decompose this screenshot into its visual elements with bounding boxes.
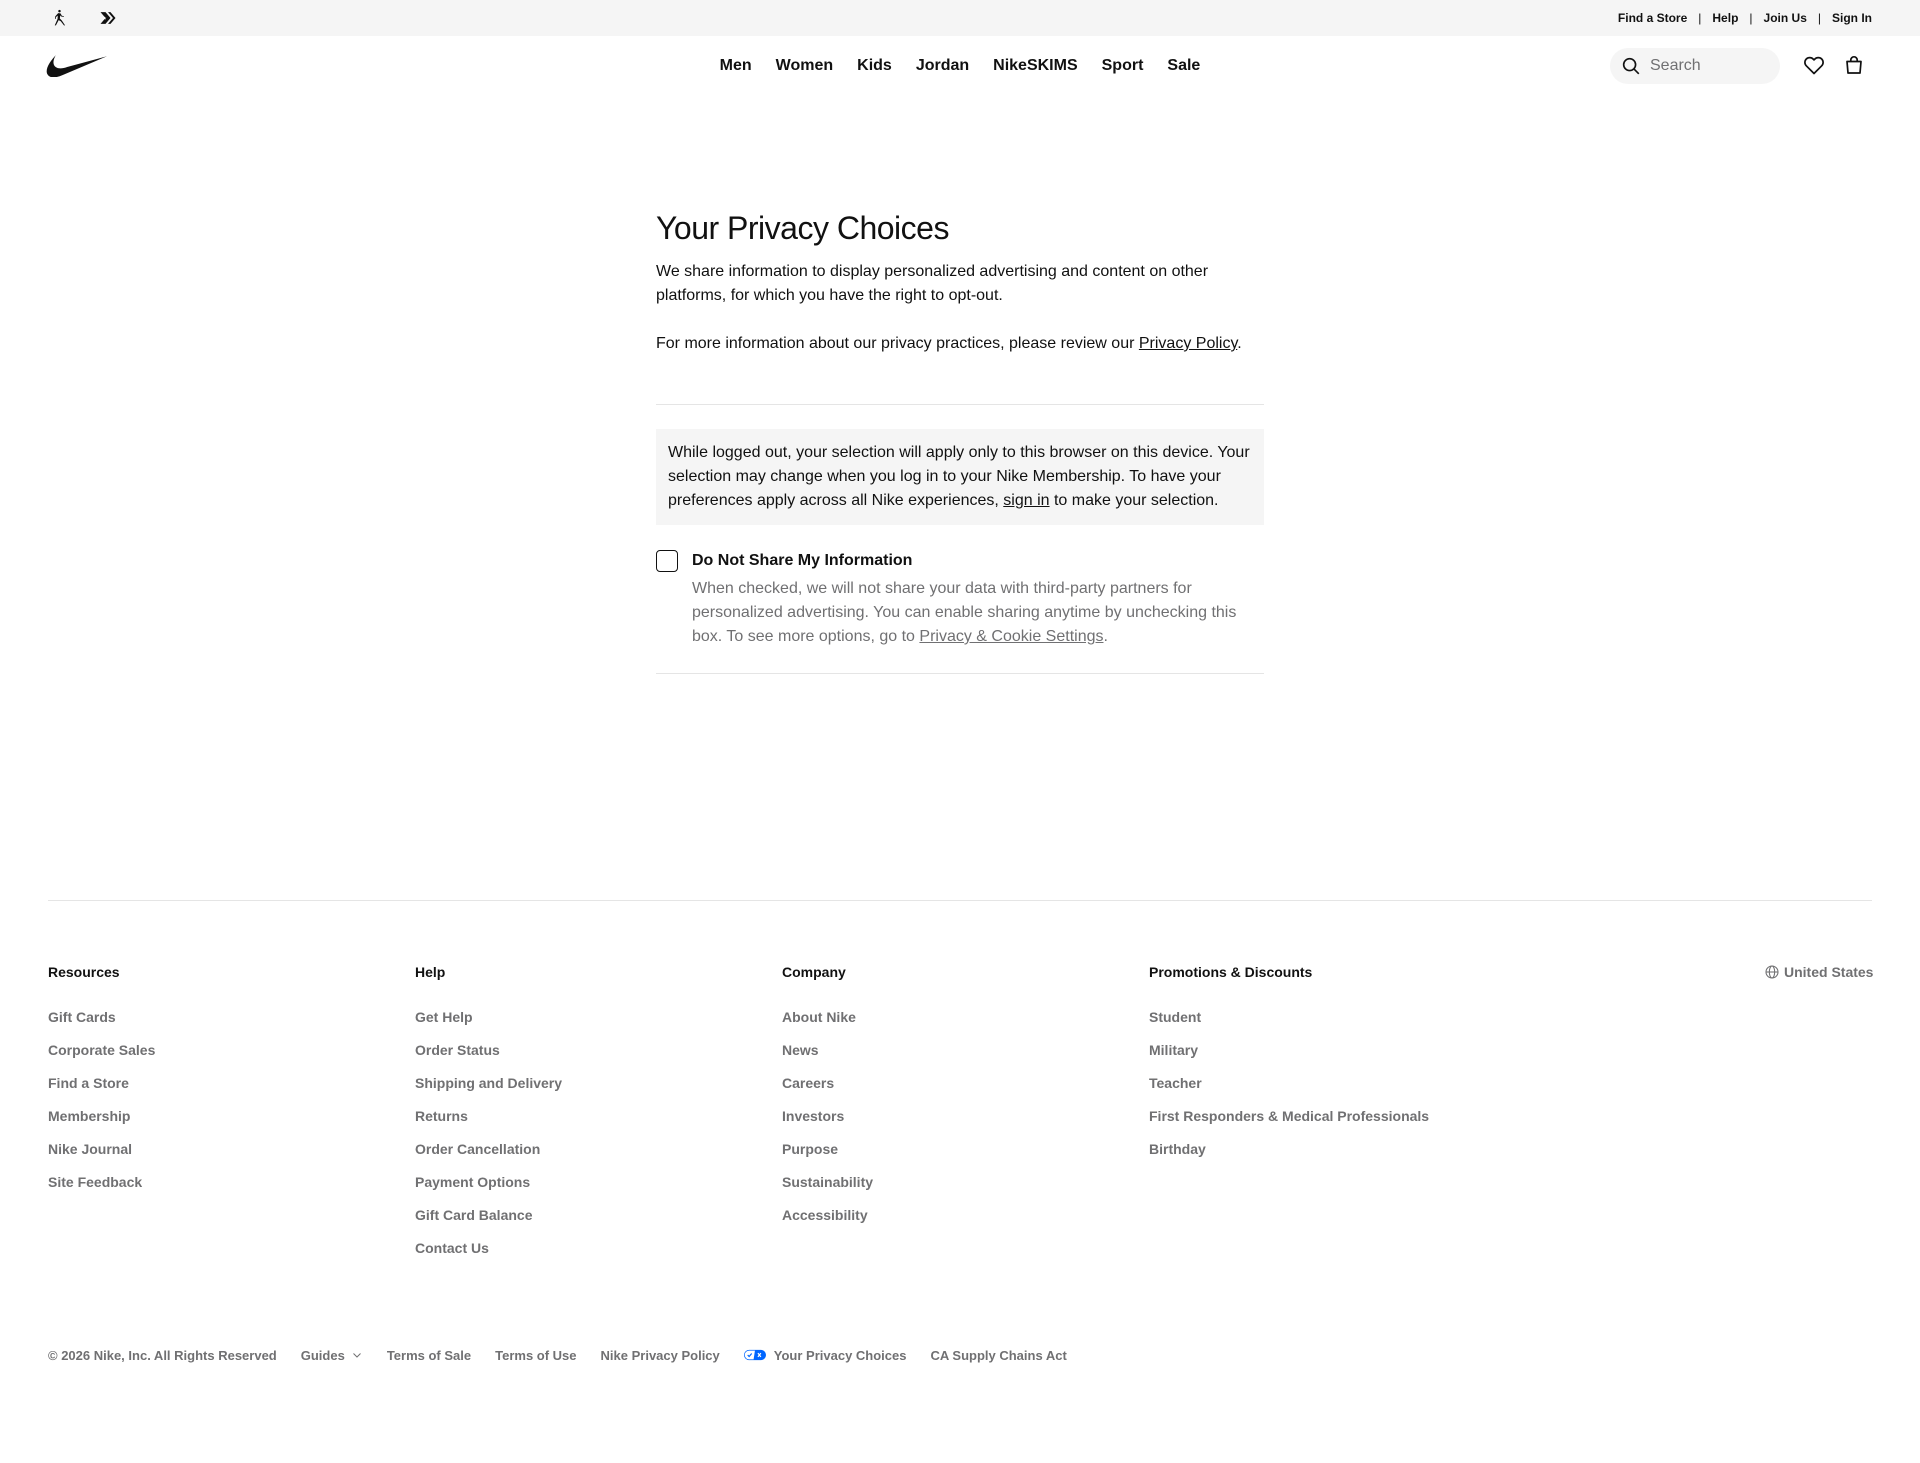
footer-heading: Company [782, 964, 846, 980]
footer-heading: Help [415, 964, 446, 980]
find-a-store-link[interactable]: Find a Store [1618, 11, 1687, 25]
page-title: Your Privacy Choices [656, 210, 949, 246]
logged-out-info-box: While logged out, your selection will ap… [656, 429, 1264, 525]
heart-icon[interactable] [1801, 52, 1827, 78]
content-divider [656, 673, 1264, 674]
guides-label: Guides [300, 1347, 345, 1363]
nav-item-sport[interactable]: Sport [1090, 57, 1156, 75]
nav-item-women[interactable]: Women [764, 57, 845, 75]
privacy-options-toggle-icon [743, 1349, 766, 1361]
footer-link-sustainability[interactable]: Sustainability [782, 1170, 873, 1194]
legal-bar: © 2026 Nike, Inc. All Rights Reserved Gu… [48, 1343, 1091, 1367]
help-link[interactable]: Help [1712, 11, 1738, 25]
footer-link-returns[interactable]: Returns [415, 1104, 562, 1128]
logged-out-info-suffix: to make your selection. [1049, 492, 1219, 509]
sign-in-link[interactable]: Sign In [1832, 11, 1872, 25]
footer-link-gift-cards[interactable]: Gift Cards [48, 1005, 155, 1029]
footer-heading: Promotions & Discounts [1149, 964, 1313, 980]
footer-link-investors[interactable]: Investors [782, 1104, 873, 1128]
footer-link-site-feedback[interactable]: Site Feedback [48, 1170, 155, 1194]
copyright-text: © 2026 Nike, Inc. All Rights Reserved [48, 1347, 277, 1363]
nav-item-nikeskims[interactable]: NikeSKIMS [981, 57, 1089, 75]
ca-supply-chains-link[interactable]: CA Supply Chains Act [931, 1348, 1067, 1363]
terms-of-use-link[interactable]: Terms of Use [495, 1348, 576, 1363]
terms-of-sale-link[interactable]: Terms of Sale [387, 1348, 471, 1363]
footer-link-order-status[interactable]: Order Status [415, 1038, 562, 1062]
utility-links: Find a Store | Help | Join Us | Sign In [1618, 0, 1872, 36]
footer-link-nike-journal[interactable]: Nike Journal [48, 1137, 155, 1161]
utility-separator: | [1817, 11, 1821, 25]
chevron-down-icon [352, 1353, 361, 1358]
footer-link-first-responders[interactable]: First Responders & Medical Professionals [1149, 1104, 1429, 1128]
utility-separator: | [1749, 11, 1753, 25]
footer-column-resources: Resources Gift Cards Corporate Sales Fin… [48, 960, 155, 1203]
locale-selector[interactable]: United States [1764, 960, 1873, 984]
globe-icon [1764, 964, 1780, 980]
footer-divider [48, 900, 1872, 901]
privacy-choices-content: Your Privacy Choices We share informatio… [656, 200, 1264, 674]
footer-link-membership[interactable]: Membership [48, 1104, 155, 1128]
bag-icon[interactable] [1841, 52, 1867, 78]
footer-column-help: Help Get Help Order Status Shipping and … [415, 960, 562, 1269]
nav-item-men[interactable]: Men [708, 57, 764, 75]
content-divider [656, 404, 1264, 405]
footer-column-promotions: Promotions & Discounts Student Military … [1149, 960, 1429, 1170]
footer-heading: Resources [48, 964, 120, 980]
your-privacy-choices-label: Your Privacy Choices [773, 1347, 907, 1363]
nav-item-kids[interactable]: Kids [845, 57, 904, 75]
footer-link-about-nike[interactable]: About Nike [782, 1005, 873, 1029]
privacy-policy-paragraph: For more information about our privacy p… [656, 332, 1264, 356]
nike-privacy-policy-link[interactable]: Nike Privacy Policy [601, 1348, 720, 1363]
do-not-share-checkbox[interactable] [656, 550, 678, 572]
footer-link-accessibility[interactable]: Accessibility [782, 1203, 873, 1227]
guides-dropdown[interactable]: Guides [301, 1348, 363, 1363]
footer-link-find-a-store[interactable]: Find a Store [48, 1071, 155, 1095]
privacy-policy-text: For more information about our privacy p… [656, 335, 1139, 352]
footer-link-birthday[interactable]: Birthday [1149, 1137, 1429, 1161]
footer-link-payment-options[interactable]: Payment Options [415, 1170, 562, 1194]
footer-link-gift-card-balance[interactable]: Gift Card Balance [415, 1203, 562, 1227]
sign-in-inline-link[interactable]: sign in [1003, 492, 1049, 509]
intro-paragraph: We share information to display personal… [656, 263, 1209, 304]
search-icon[interactable] [1620, 55, 1642, 77]
footer-column-company: Company About Nike News Careers Investor… [782, 960, 873, 1236]
nav-item-jordan[interactable]: Jordan [904, 57, 981, 75]
nike-swoosh-icon[interactable] [46, 53, 108, 78]
do-not-share-description: When checked, we will not share your dat… [692, 577, 1264, 649]
footer-link-news[interactable]: News [782, 1038, 873, 1062]
utility-separator: | [1698, 11, 1702, 25]
footer-link-corporate-sales[interactable]: Corporate Sales [48, 1038, 155, 1062]
search-input[interactable] [1650, 48, 1770, 84]
your-privacy-choices-link[interactable]: Your Privacy Choices [743, 1347, 907, 1363]
nav-item-sale[interactable]: Sale [1155, 57, 1212, 75]
converse-icon[interactable] [97, 7, 119, 29]
do-not-share-label[interactable]: Do Not Share My Information [692, 549, 1264, 573]
search-box[interactable] [1610, 48, 1780, 84]
footer-link-teacher[interactable]: Teacher [1149, 1071, 1429, 1095]
privacy-policy-suffix: . [1237, 335, 1242, 352]
main-header: Men Women Kids Jordan NikeSKIMS Sport Sa… [0, 36, 1920, 96]
footer-link-student[interactable]: Student [1149, 1005, 1429, 1029]
do-not-share-option: Do Not Share My Information When checked… [656, 549, 1264, 649]
privacy-policy-link[interactable]: Privacy Policy [1139, 335, 1237, 352]
footer-link-military[interactable]: Military [1149, 1038, 1429, 1062]
utility-bar: Find a Store | Help | Join Us | Sign In [0, 0, 1920, 36]
join-us-link[interactable]: Join Us [1764, 11, 1807, 25]
do-not-share-description-suffix: . [1103, 628, 1108, 645]
footer-link-purpose[interactable]: Purpose [782, 1137, 873, 1161]
locale-label: United States [1784, 964, 1874, 980]
privacy-cookie-settings-link[interactable]: Privacy & Cookie Settings [919, 628, 1103, 645]
footer-link-contact-us[interactable]: Contact Us [415, 1236, 562, 1260]
footer-link-shipping-delivery[interactable]: Shipping and Delivery [415, 1071, 562, 1095]
footer-link-order-cancellation[interactable]: Order Cancellation [415, 1137, 562, 1161]
jordan-jumpman-icon[interactable] [48, 7, 70, 29]
footer-link-careers[interactable]: Careers [782, 1071, 873, 1095]
footer-link-get-help[interactable]: Get Help [415, 1005, 562, 1029]
